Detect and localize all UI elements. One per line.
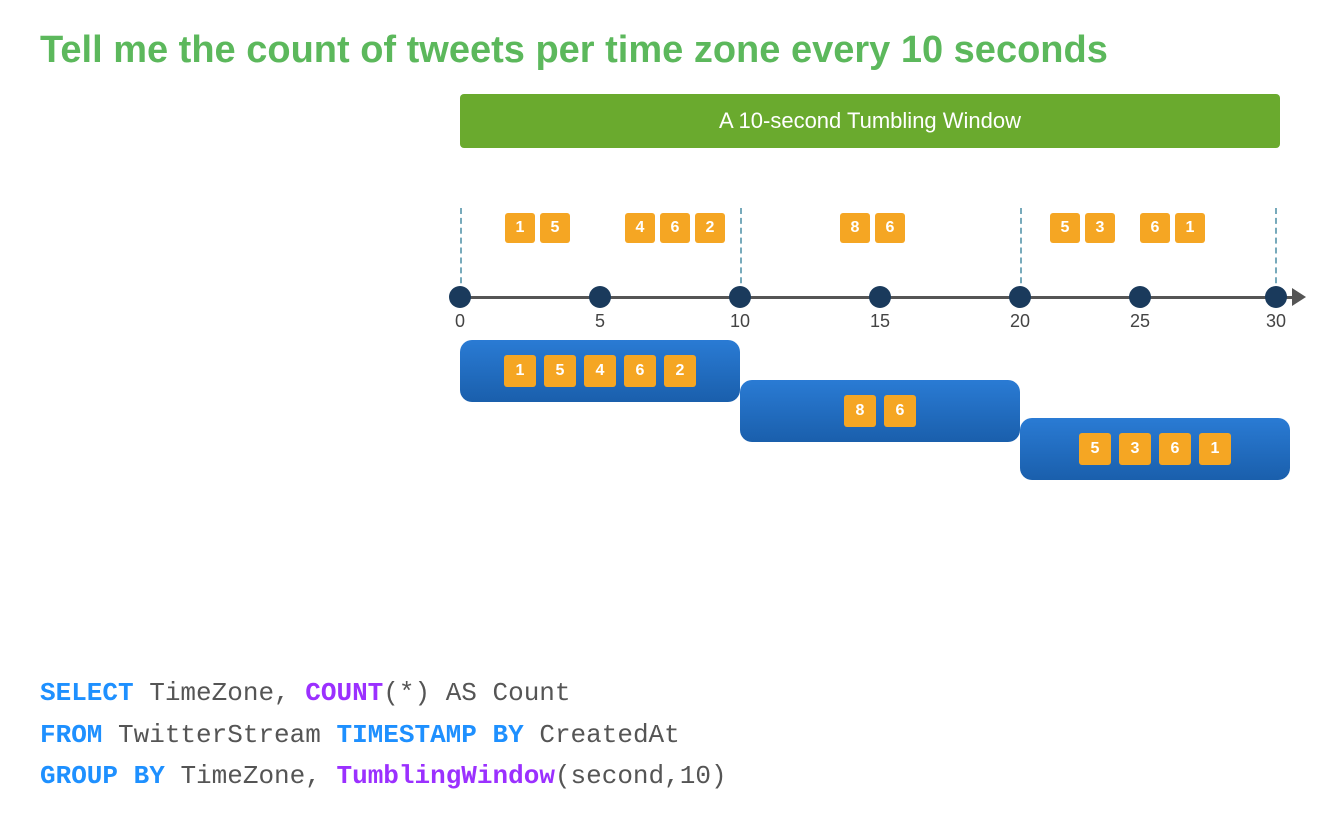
kw-by: BY [493, 720, 524, 750]
dot-25 [1129, 286, 1151, 308]
num-box-5-1: 6 [1140, 213, 1170, 243]
bnum-1-1: 1 [504, 355, 536, 387]
tick-0: 0 [455, 311, 465, 332]
dot-30 [1265, 286, 1287, 308]
tick-20: 20 [1010, 311, 1030, 332]
kw-group: GROUP [40, 761, 118, 791]
blue-window-1: 1 5 4 6 2 [460, 340, 740, 402]
dot-0 [449, 286, 471, 308]
sql-l2-rest1: TwitterStream [102, 720, 336, 750]
dot-10 [729, 286, 751, 308]
sql-l3-rest2: (second,10) [555, 761, 727, 791]
sql-l1-rest1: TimeZone, [134, 678, 306, 708]
window-banner: A 10-second Tumbling Window [460, 94, 1280, 148]
num-box-4-2: 3 [1085, 213, 1115, 243]
tick-30: 30 [1266, 311, 1286, 332]
kw-from: FROM [40, 720, 102, 750]
tick-10: 10 [730, 311, 750, 332]
num-box-1-1: 1 [505, 213, 535, 243]
num-box-3-1: 8 [840, 213, 870, 243]
blue-window-3: 5 3 6 1 [1020, 418, 1290, 480]
dot-15 [869, 286, 891, 308]
num-box-5-2: 1 [1175, 213, 1205, 243]
num-box-3-2: 6 [875, 213, 905, 243]
num-box-1-2: 5 [540, 213, 570, 243]
num-box-2-1: 4 [625, 213, 655, 243]
bnum-3-4: 1 [1199, 433, 1231, 465]
blue-window-2: 8 6 [740, 380, 1020, 442]
kw-tumbling: TumblingWindow [336, 761, 554, 791]
bnum-1-3: 4 [584, 355, 616, 387]
dot-20 [1009, 286, 1031, 308]
page-title: Tell me the count of tweets per time zon… [0, 0, 1340, 84]
tick-15: 15 [870, 311, 890, 332]
num-box-4-1: 5 [1050, 213, 1080, 243]
num-box-2-3: 2 [695, 213, 725, 243]
sql-l2-rest2 [477, 720, 493, 750]
bnum-3-2: 3 [1119, 433, 1151, 465]
bnum-1-5: 2 [664, 355, 696, 387]
dot-5 [589, 286, 611, 308]
kw-count: COUNT [305, 678, 383, 708]
sql-line-3: GROUP BY TimeZone, TumblingWindow(second… [40, 756, 727, 798]
bnum-3-1: 5 [1079, 433, 1111, 465]
num-box-2-2: 6 [660, 213, 690, 243]
kw-timestamp: TIMESTAMP [336, 720, 476, 750]
bnum-1-4: 6 [624, 355, 656, 387]
sql-section: SELECT TimeZone, COUNT(*) AS Count FROM … [40, 673, 727, 798]
bnum-2-1: 8 [844, 395, 876, 427]
sql-l2-rest3: CreatedAt [524, 720, 680, 750]
sql-line-1: SELECT TimeZone, COUNT(*) AS Count [40, 673, 727, 715]
sql-l1-rest2: (*) AS Count [383, 678, 570, 708]
diagram-area: A 10-second Tumbling Window 1 5 4 6 2 8 … [420, 94, 1320, 468]
tick-25: 25 [1130, 311, 1150, 332]
bnum-2-2: 6 [884, 395, 916, 427]
kw-select: SELECT [40, 678, 134, 708]
sql-line-2: FROM TwitterStream TIMESTAMP BY CreatedA… [40, 715, 727, 757]
timeline-container: 1 5 4 6 2 8 6 5 3 6 1 0 5 10 15 20 25 30 [440, 148, 1300, 468]
sql-l3-space [118, 761, 134, 791]
kw-by2: BY [134, 761, 165, 791]
bnum-3-3: 6 [1159, 433, 1191, 465]
sql-l3-rest1: TimeZone, [165, 761, 337, 791]
timeline-arrow [1292, 288, 1306, 306]
bnum-1-2: 5 [544, 355, 576, 387]
tick-5: 5 [595, 311, 605, 332]
